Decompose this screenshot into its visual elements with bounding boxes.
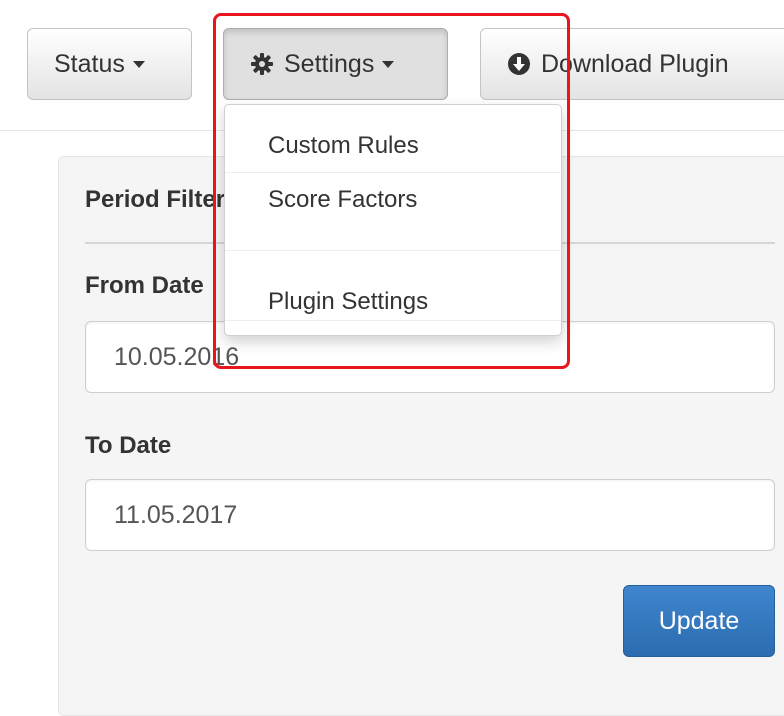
menu-separator <box>225 172 561 173</box>
caret-down-icon <box>382 60 395 68</box>
menu-item-score-factors[interactable]: Score Factors <box>225 175 561 225</box>
download-button-label: Download Plugin <box>541 49 729 78</box>
menu-item-custom-rules[interactable]: Custom Rules <box>225 121 561 171</box>
menu-separator <box>225 250 561 251</box>
to-date-input[interactable] <box>85 479 775 551</box>
caret-down-icon <box>132 60 145 68</box>
menu-item-plugin-settings[interactable]: Plugin Settings <box>225 277 561 327</box>
download-circle-icon <box>507 52 531 76</box>
from-date-label: From Date <box>85 272 204 299</box>
settings-dropdown-button[interactable]: Settings <box>223 28 448 100</box>
status-dropdown-button[interactable]: Status <box>27 28 192 100</box>
gear-icon <box>250 52 274 76</box>
settings-button-label: Settings <box>284 49 375 78</box>
panel-title: Period Filter <box>85 186 226 213</box>
download-plugin-button[interactable]: Download Plugin <box>480 28 784 100</box>
settings-dropdown-menu: Custom Rules Score Factors Plugin Settin… <box>224 104 562 336</box>
update-button[interactable]: Update <box>623 585 775 657</box>
status-button-label: Status <box>54 49 125 78</box>
to-date-label: To Date <box>85 432 172 459</box>
